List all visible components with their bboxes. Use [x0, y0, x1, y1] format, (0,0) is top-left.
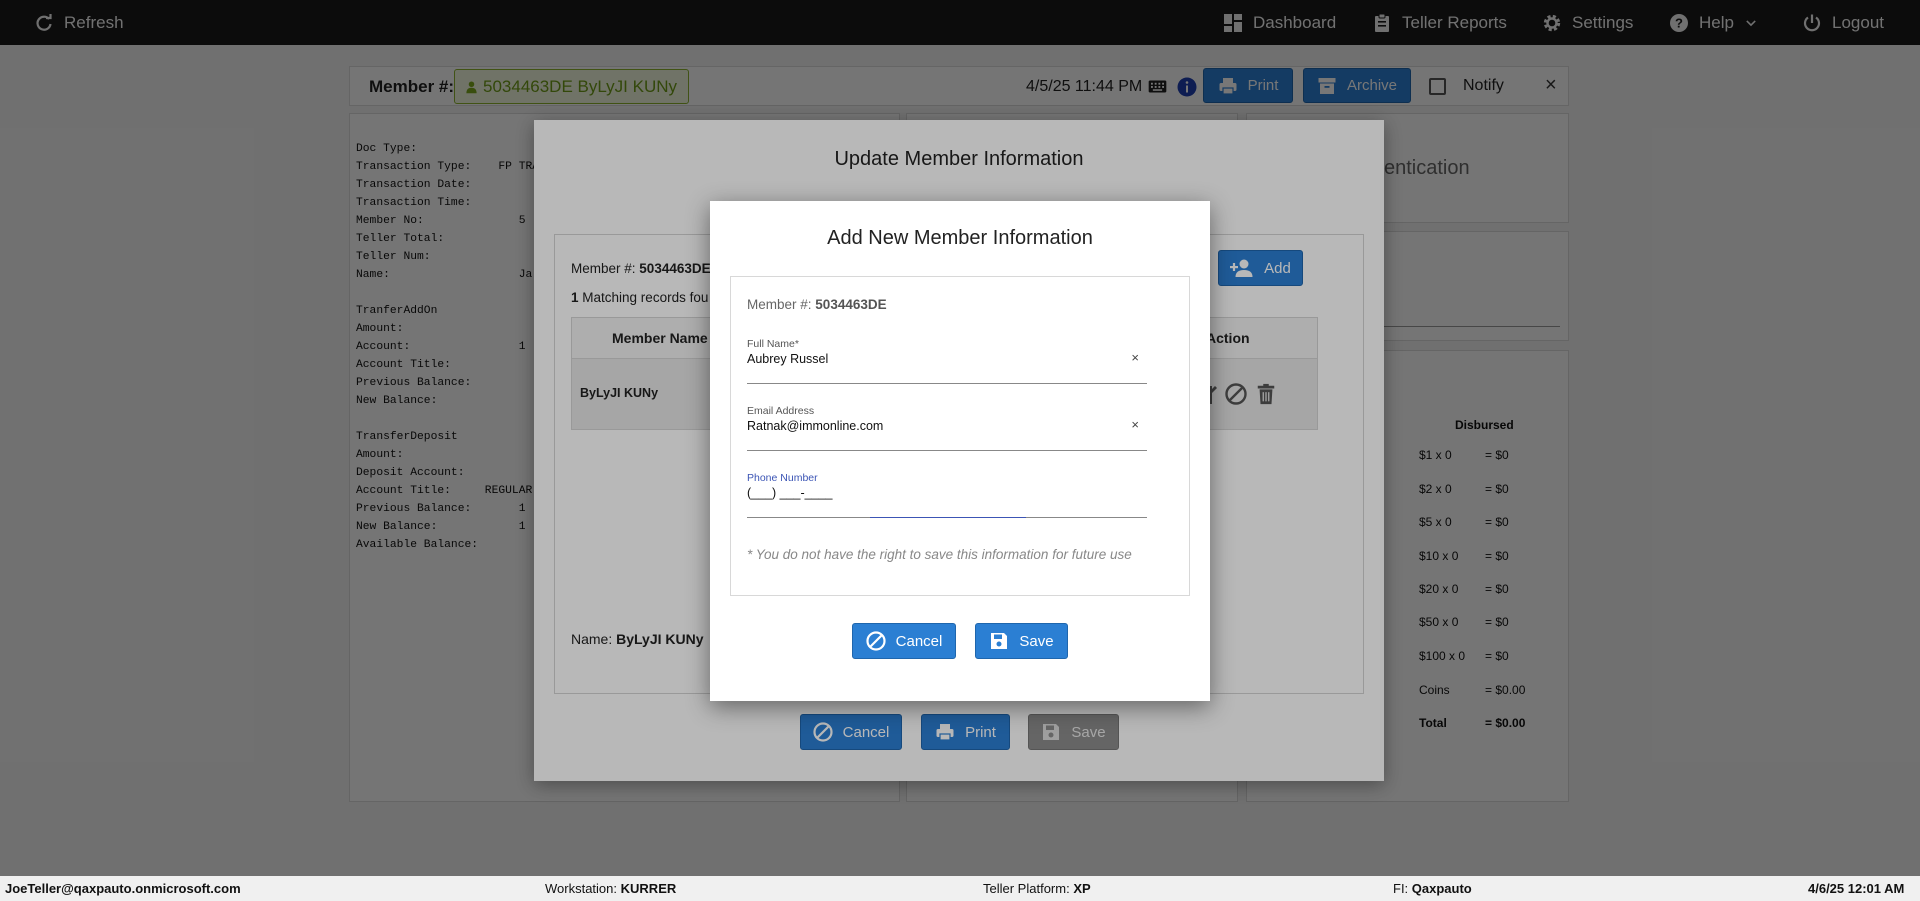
status-footer: JoeTeller@qaxpauto.onmicrosoft.com Works…: [0, 876, 1920, 901]
member-form: Member #: 5034463DE Full Name* Aubrey Ru…: [730, 276, 1190, 596]
disclaimer-text: * You do not have the right to save this…: [747, 547, 1132, 562]
workstation-label: Workstation:: [545, 881, 618, 896]
footer-user: JoeTeller@qaxpauto.onmicrosoft.com: [5, 881, 241, 896]
cancel-icon: [866, 631, 886, 651]
platform-value: XP: [1073, 881, 1091, 896]
cancel-label: Cancel: [895, 632, 943, 650]
footer-fi: FI: Qaxpauto: [1393, 881, 1472, 896]
save-icon: [991, 633, 1008, 649]
save-label: Save: [1019, 632, 1054, 650]
workstation-value: KURRER: [620, 881, 677, 896]
clear-name-icon[interactable]: ×: [1131, 350, 1139, 365]
email-field[interactable]: Email Address Ratnak@immonline.com ×: [747, 405, 1147, 451]
full-name-value: Aubrey Russel: [747, 352, 829, 366]
add-modal-title: Add New Member Information: [827, 227, 1093, 249]
add-cancel-button[interactable]: Cancel: [852, 623, 956, 659]
add-member-modal: Add New Member Information Member #: 503…: [710, 201, 1210, 701]
focus-underline: [870, 517, 1026, 518]
member-value: 5034463DE: [815, 297, 887, 312]
fi-label: FI:: [1393, 881, 1409, 896]
member-label: Member #:: [747, 297, 812, 312]
footer-platform: Teller Platform: XP: [983, 881, 1091, 896]
phone-value: (___) ___-____: [747, 486, 833, 500]
email-label: Email Address: [747, 405, 815, 417]
add-member-number: Member #: 5034463DE: [747, 297, 887, 312]
add-save-button[interactable]: Save: [975, 623, 1068, 659]
full-name-label: Full Name*: [747, 338, 799, 350]
phone-label: Phone Number: [747, 472, 818, 484]
phone-field[interactable]: Phone Number (___) ___-____: [747, 472, 1147, 518]
platform-label: Teller Platform:: [983, 881, 1070, 896]
footer-workstation: Workstation: KURRER: [545, 881, 676, 896]
clear-email-icon[interactable]: ×: [1131, 417, 1139, 432]
full-name-field[interactable]: Full Name* Aubrey Russel ×: [747, 338, 1147, 384]
footer-datetime: 4/6/25 12:01 AM: [1808, 881, 1905, 896]
fi-value: Qaxpauto: [1411, 881, 1472, 896]
email-value: Ratnak@immonline.com: [747, 419, 884, 433]
